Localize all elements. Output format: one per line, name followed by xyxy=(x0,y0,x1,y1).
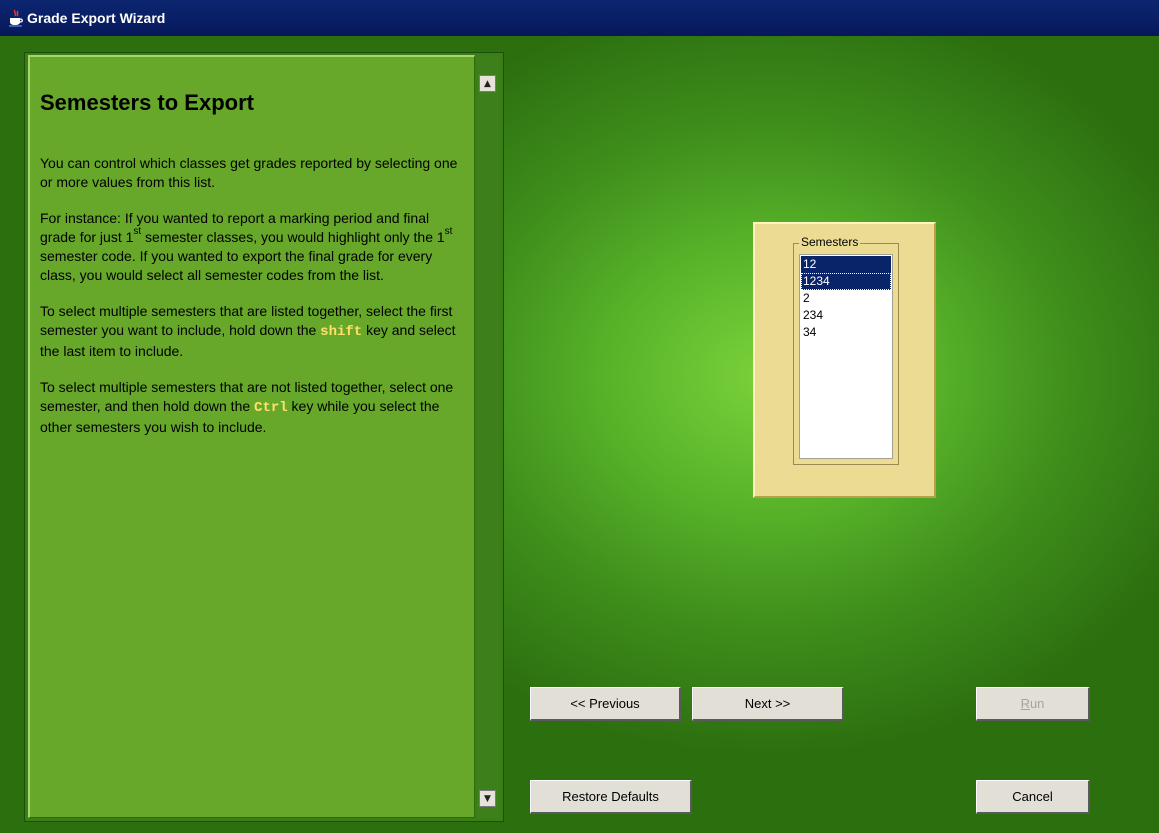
restore-defaults-button[interactable]: Restore Defaults xyxy=(530,780,692,814)
help-paragraph-ctrl: To select multiple semesters that are no… xyxy=(40,378,464,437)
next-button[interactable]: Next >> xyxy=(692,687,844,721)
cancel-button[interactable]: Cancel xyxy=(976,780,1090,814)
semester-item-34[interactable]: 34 xyxy=(801,324,891,341)
help-text-area: Semesters to Export You can control whic… xyxy=(28,55,475,818)
run-label: un xyxy=(1029,696,1045,711)
java-cup-icon xyxy=(9,9,23,27)
wizard-client-area: Semesters to Export You can control whic… xyxy=(0,36,1159,833)
scroll-down-button[interactable]: ▼ xyxy=(479,790,496,807)
window-title: Grade Export Wizard xyxy=(27,10,166,26)
previous-button[interactable]: << Previous xyxy=(530,687,681,721)
semesters-groupbox: Semesters 12 1234 2 234 34 xyxy=(793,235,899,465)
ctrl-key-label: Ctrl xyxy=(254,400,288,416)
scroll-up-button[interactable]: ▲ xyxy=(479,75,496,92)
semesters-panel: Semesters 12 1234 2 234 34 xyxy=(753,222,936,498)
help-paragraph-intro: You can control which classes get grades… xyxy=(40,155,458,190)
semester-item-1234[interactable]: 1234 xyxy=(801,273,891,290)
help-text-segment: semester code. If you wanted to export t… xyxy=(40,248,433,283)
superscript: st xyxy=(444,226,453,238)
help-title: Semesters to Export xyxy=(40,90,254,115)
arrow-down-icon: ▼ xyxy=(484,793,491,804)
run-button[interactable]: Run xyxy=(976,687,1090,721)
help-panel: Semesters to Export You can control whic… xyxy=(24,52,504,822)
help-scrollbar[interactable]: ▲ ▼ xyxy=(477,55,499,818)
semester-item-234[interactable]: 234 xyxy=(801,307,891,324)
semesters-label: Semesters xyxy=(799,235,861,249)
shift-key-label: shift xyxy=(320,324,363,340)
arrow-up-icon: ▲ xyxy=(484,78,491,89)
help-paragraph-example: For instance: If you wanted to report a … xyxy=(40,209,464,285)
help-text-segment: semester classes, you would highlight on… xyxy=(141,229,445,245)
superscript: st xyxy=(133,226,142,238)
semester-item-2[interactable]: 2 xyxy=(801,290,891,307)
semester-item-12[interactable]: 12 xyxy=(801,256,891,273)
run-mnemonic: R xyxy=(1020,696,1030,711)
title-bar: Grade Export Wizard xyxy=(0,0,1159,36)
help-paragraph-shift: To select multiple semesters that are li… xyxy=(40,302,464,361)
semesters-list[interactable]: 12 1234 2 234 34 xyxy=(799,254,893,459)
